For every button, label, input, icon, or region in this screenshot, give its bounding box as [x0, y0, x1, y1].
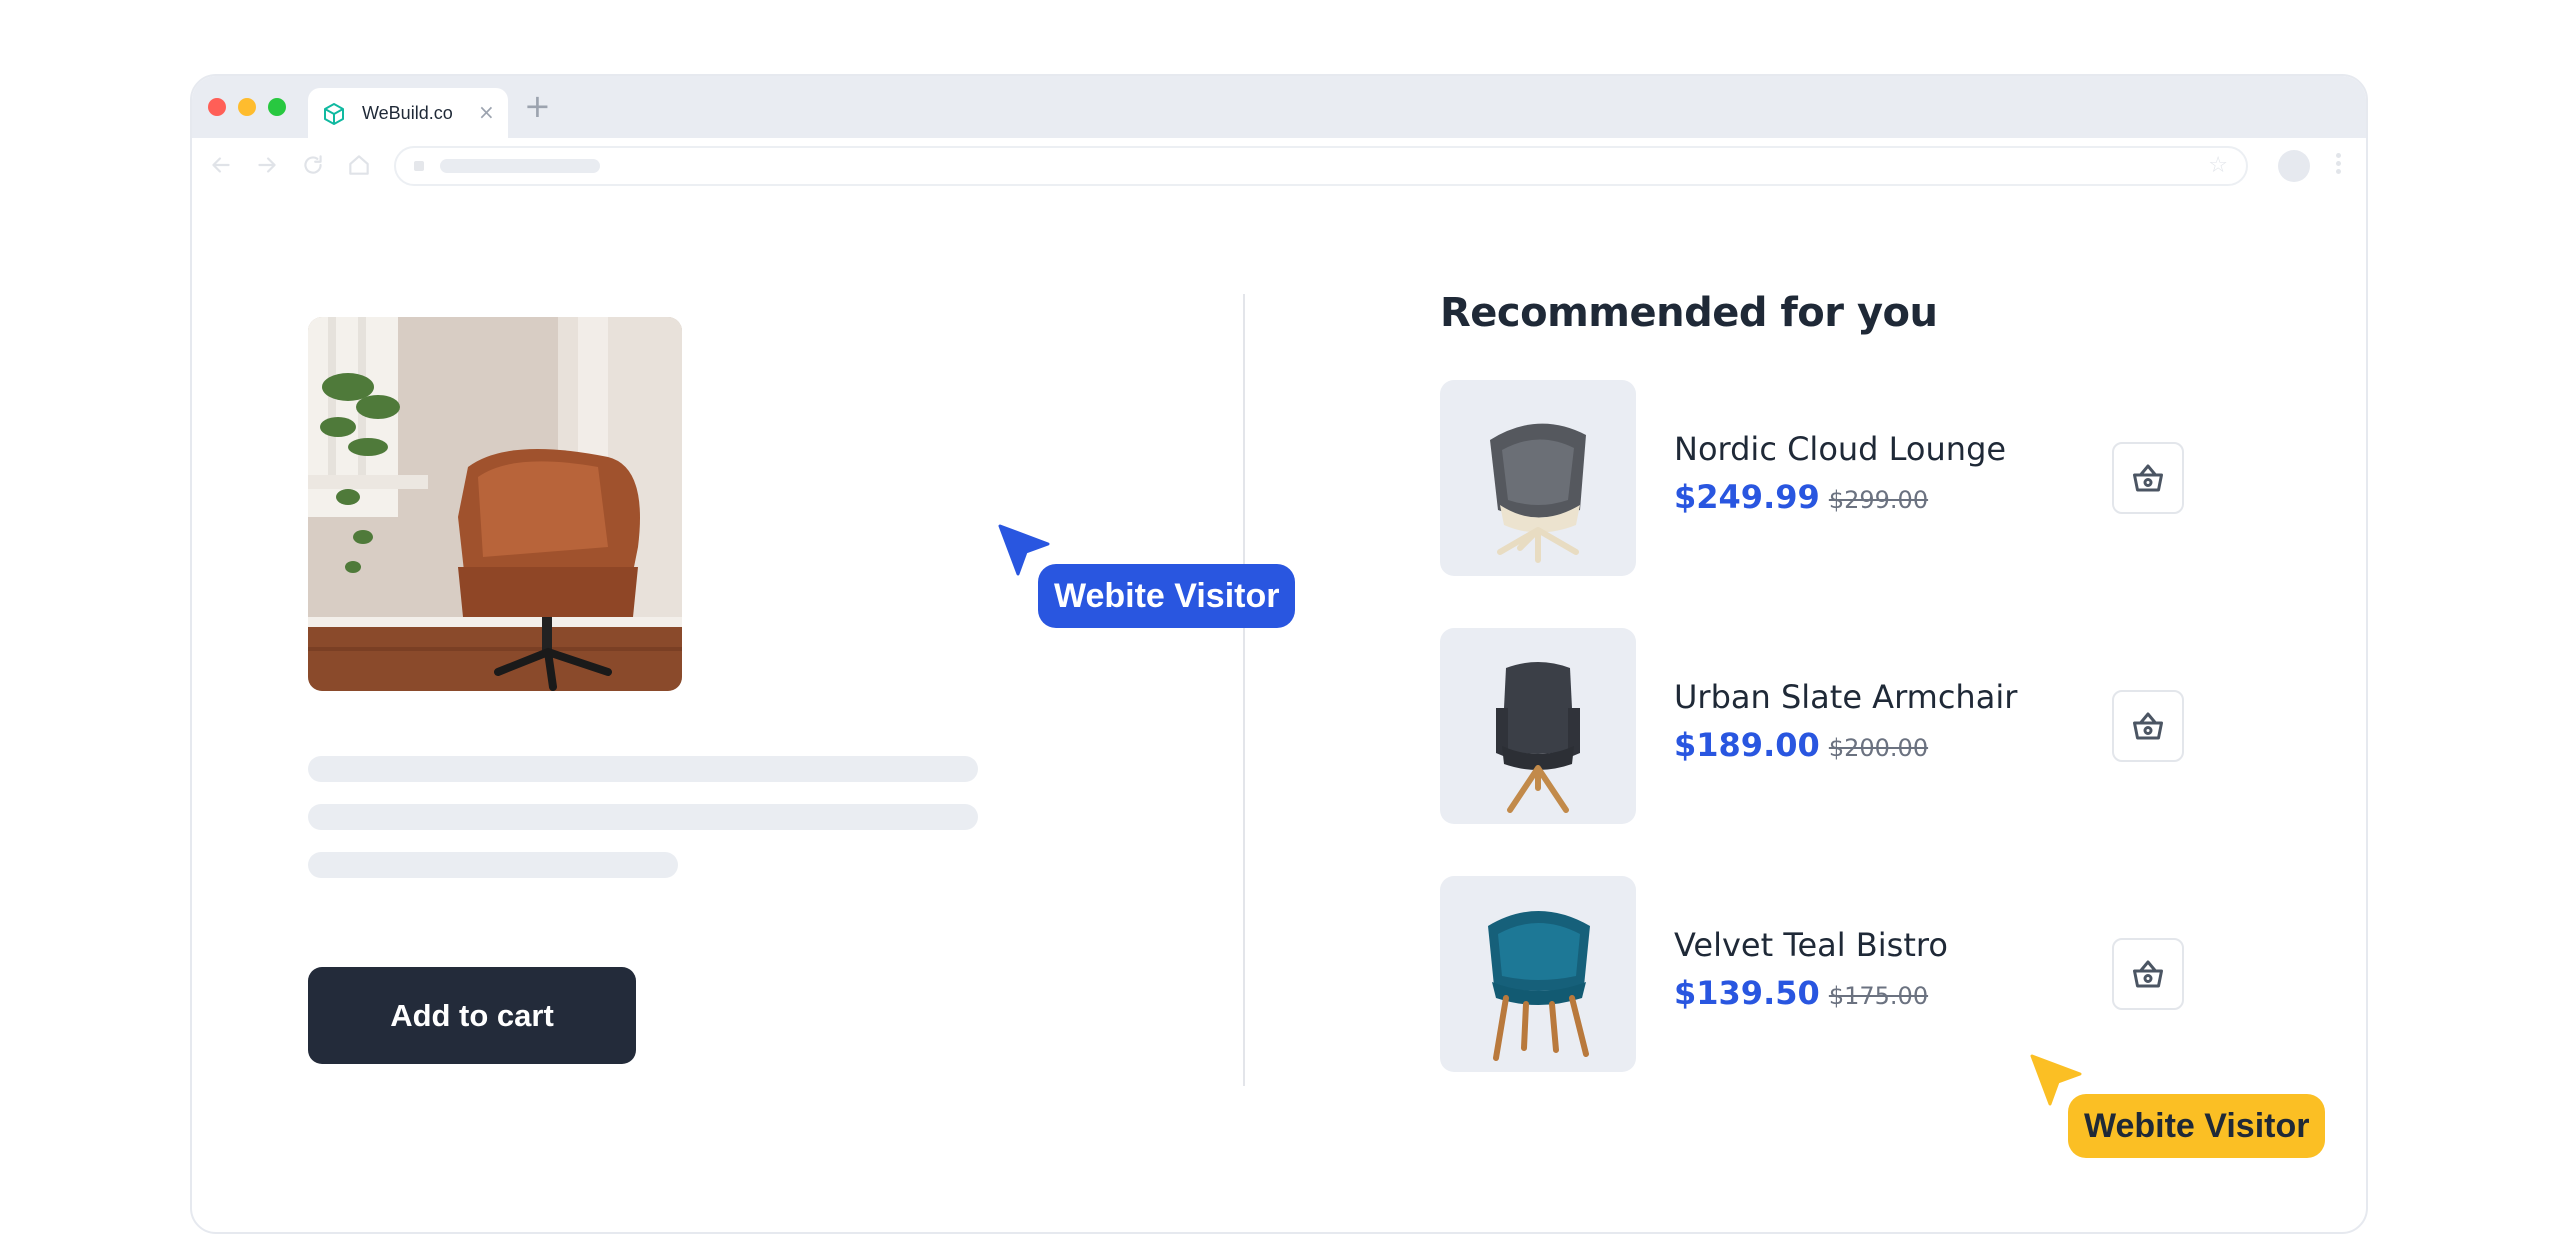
recommendation-card[interactable]: Urban Slate Armchair $189.00 $200.00 — [1440, 628, 2200, 824]
tab-bar: WeBuild.co × + — [192, 76, 2366, 138]
description-skeleton-line-1 — [308, 756, 978, 782]
price-row: $139.50 $175.00 — [1674, 974, 1928, 1012]
product-thumbnail — [1440, 380, 1636, 576]
star-icon[interactable]: ☆ — [2208, 154, 2228, 178]
description-skeleton-line-3 — [308, 852, 678, 878]
close-icon[interactable]: × — [478, 101, 495, 123]
kebab-menu-icon[interactable] — [2334, 150, 2342, 182]
add-to-basket-button[interactable] — [2112, 442, 2184, 514]
description-skeleton-line-2 — [308, 804, 978, 830]
product-name[interactable]: Urban Slate Armchair — [1674, 678, 2017, 716]
recommendation-card[interactable]: Velvet Teal Bistro $139.50 $175.00 — [1440, 876, 2200, 1072]
product-old-price: $200.00 — [1828, 734, 1929, 762]
add-to-basket-button[interactable] — [2112, 938, 2184, 1010]
basket-icon — [2133, 960, 2163, 988]
product-name[interactable]: Nordic Cloud Lounge — [1674, 430, 2006, 468]
tab-title: WeBuild.co — [362, 103, 453, 123]
product-thumbnail — [1440, 628, 1636, 824]
product-price: $249.99 — [1674, 478, 1820, 516]
chair-photo — [308, 317, 682, 691]
forward-arrow-icon[interactable] — [254, 152, 280, 178]
price-row: $249.99 $299.00 — [1674, 478, 1928, 516]
product-thumbnail — [1440, 876, 1636, 1072]
plus-icon[interactable]: + — [524, 88, 551, 124]
tab-webuild[interactable]: WeBuild.co × — [308, 88, 508, 138]
cube-logo-icon — [324, 103, 344, 125]
add-to-basket-button[interactable] — [2112, 690, 2184, 762]
basket-icon — [2133, 464, 2163, 492]
reload-icon[interactable] — [300, 152, 326, 178]
visitor-label-blue: Webite Visitor — [1038, 564, 1296, 628]
profile-avatar[interactable] — [2278, 150, 2310, 182]
home-icon[interactable] — [346, 152, 372, 178]
lock-icon — [414, 161, 424, 171]
product-old-price: $175.00 — [1828, 982, 1929, 1010]
basket-icon — [2133, 712, 2163, 740]
armchair-image — [1496, 662, 1580, 813]
product-name[interactable]: Velvet Teal Bistro — [1674, 926, 1948, 964]
product-old-price: $299.00 — [1828, 486, 1929, 514]
add-to-cart-button[interactable]: Add to cart — [308, 967, 636, 1064]
browser-toolbar: ☆ — [192, 138, 2366, 194]
section-divider — [1243, 294, 1245, 1086]
product-price: $189.00 — [1674, 726, 1820, 764]
visitor-label-yellow: Webite Visitor — [2068, 1094, 2326, 1158]
product-price: $139.50 — [1674, 974, 1820, 1012]
minimize-window-button[interactable] — [238, 98, 256, 116]
price-row: $189.00 $200.00 — [1674, 726, 1928, 764]
product-image — [308, 317, 682, 691]
back-arrow-icon[interactable] — [208, 152, 234, 178]
bistro-chair-image — [1488, 911, 1590, 1061]
lounge-chair-image — [1490, 423, 1586, 563]
recommendation-card[interactable]: Nordic Cloud Lounge $249.99 $299.00 — [1440, 380, 2200, 576]
address-bar[interactable]: ☆ — [394, 146, 2248, 186]
url-placeholder — [440, 159, 600, 173]
recommendations-heading: Recommended for you — [1440, 290, 1938, 336]
close-window-button[interactable] — [208, 98, 226, 116]
maximize-window-button[interactable] — [268, 98, 286, 116]
